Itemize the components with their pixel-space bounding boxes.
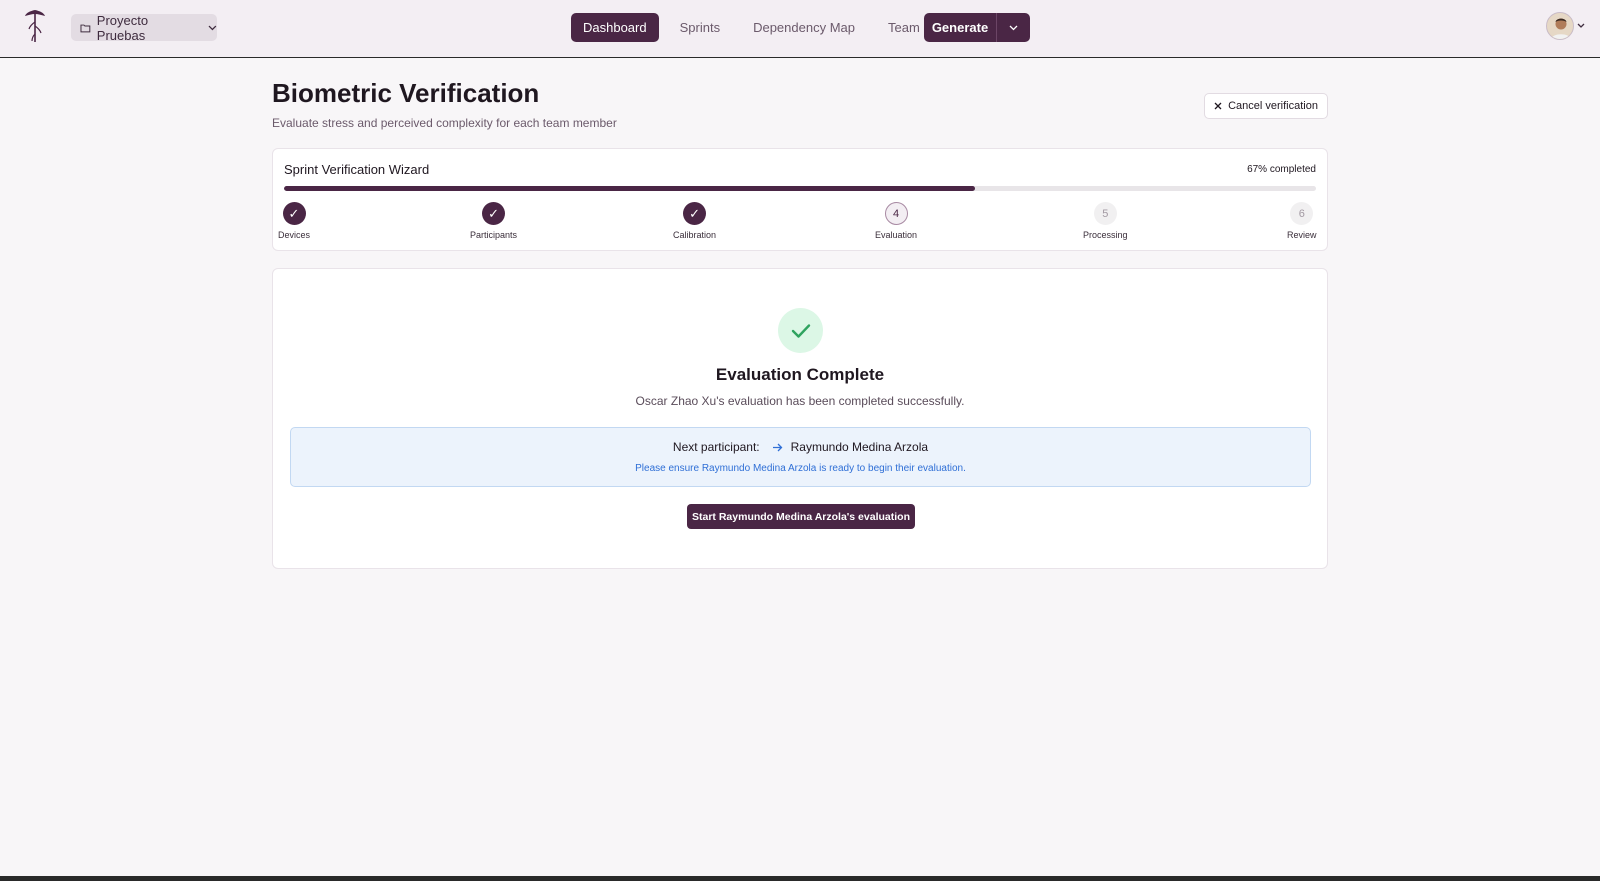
- step-number: 5: [1093, 202, 1117, 225]
- evaluation-complete-title: Evaluation Complete: [715, 365, 885, 384]
- main-nav: Dashboard Sprints Dependency Map Team: [571, 13, 941, 42]
- cancel-verification-button[interactable]: Cancel verification: [1204, 93, 1328, 119]
- chevron-down-icon: [208, 25, 217, 30]
- generate-button-group: Generate: [924, 13, 1030, 42]
- avatar: [1546, 12, 1574, 40]
- step-number: 4: [884, 202, 908, 225]
- start-evaluation-button[interactable]: Start Raymundo Medina Arzola's evaluatio…: [687, 504, 915, 529]
- step-label: Devices: [278, 230, 311, 240]
- next-participant-line: Next participant: Raymundo Medina Arzola: [291, 440, 1310, 454]
- next-participant-panel: Next participant: Raymundo Medina Arzola…: [290, 427, 1311, 487]
- nav-dashboard[interactable]: Dashboard: [571, 13, 659, 42]
- check-icon: ✓: [482, 202, 506, 225]
- step-evaluation: 4 Evaluation: [875, 202, 917, 240]
- project-selector[interactable]: Proyecto Pruebas: [71, 12, 217, 43]
- page-title: Biometric Verification: [272, 78, 540, 108]
- cancel-verification-label: Cancel verification: [1228, 100, 1318, 112]
- progress-percentage: 67% completed: [1247, 164, 1316, 175]
- next-participant-name: Raymundo Medina Arzola: [790, 440, 929, 454]
- close-icon: [1214, 102, 1222, 110]
- check-icon: ✓: [683, 202, 707, 225]
- top-navigation-bar: Proyecto Pruebas Dashboard Sprints Depen…: [0, 0, 1600, 58]
- nav-dependency-map[interactable]: Dependency Map: [741, 13, 867, 42]
- step-participants: ✓ Participants: [470, 202, 517, 240]
- chevron-down-icon: [1009, 25, 1018, 30]
- check-icon: [791, 323, 810, 338]
- step-label: Participants: [470, 230, 518, 240]
- next-participant-note: Please ensure Raymundo Medina Arzola is …: [635, 463, 966, 474]
- step-label: Review: [1287, 230, 1317, 240]
- evaluation-result-card: Evaluation Complete Oscar Zhao Xu's eval…: [272, 268, 1328, 569]
- step-calibration: ✓ Calibration: [673, 202, 716, 240]
- verification-wizard: Sprint Verification Wizard 67% completed…: [272, 148, 1328, 251]
- nav-sprints[interactable]: Sprints: [668, 13, 732, 42]
- generate-dropdown-button[interactable]: [997, 13, 1030, 42]
- step-devices: ✓ Devices: [278, 202, 310, 240]
- check-icon: ✓: [282, 202, 306, 225]
- step-number: 6: [1290, 202, 1314, 225]
- step-review: 6 Review: [1287, 202, 1317, 240]
- step-processing: 5 Processing: [1083, 202, 1128, 240]
- step-label: Evaluation: [875, 230, 918, 240]
- next-participant-label: Next participant:: [672, 440, 760, 454]
- folder-icon: [80, 24, 91, 32]
- success-badge: [778, 308, 823, 353]
- step-label: Processing: [1083, 230, 1128, 240]
- project-name: Proyecto Pruebas: [96, 12, 149, 43]
- arrow-right-icon: [772, 443, 783, 451]
- chevron-down-icon: [1577, 23, 1585, 28]
- evaluation-complete-message: Oscar Zhao Xu's evaluation has been comp…: [635, 394, 965, 408]
- page-subtitle: Evaluate stress and perceived complexity…: [272, 116, 617, 130]
- progress-bar-fill: [284, 186, 976, 191]
- generate-button[interactable]: Generate: [924, 13, 996, 42]
- wizard-title: Sprint Verification Wizard: [284, 162, 430, 177]
- step-label: Calibration: [673, 230, 717, 240]
- app-logo-icon[interactable]: [20, 8, 50, 46]
- window-bottom-edge: [0, 876, 1600, 881]
- user-menu[interactable]: [1546, 12, 1585, 40]
- progress-bar: [284, 186, 1316, 191]
